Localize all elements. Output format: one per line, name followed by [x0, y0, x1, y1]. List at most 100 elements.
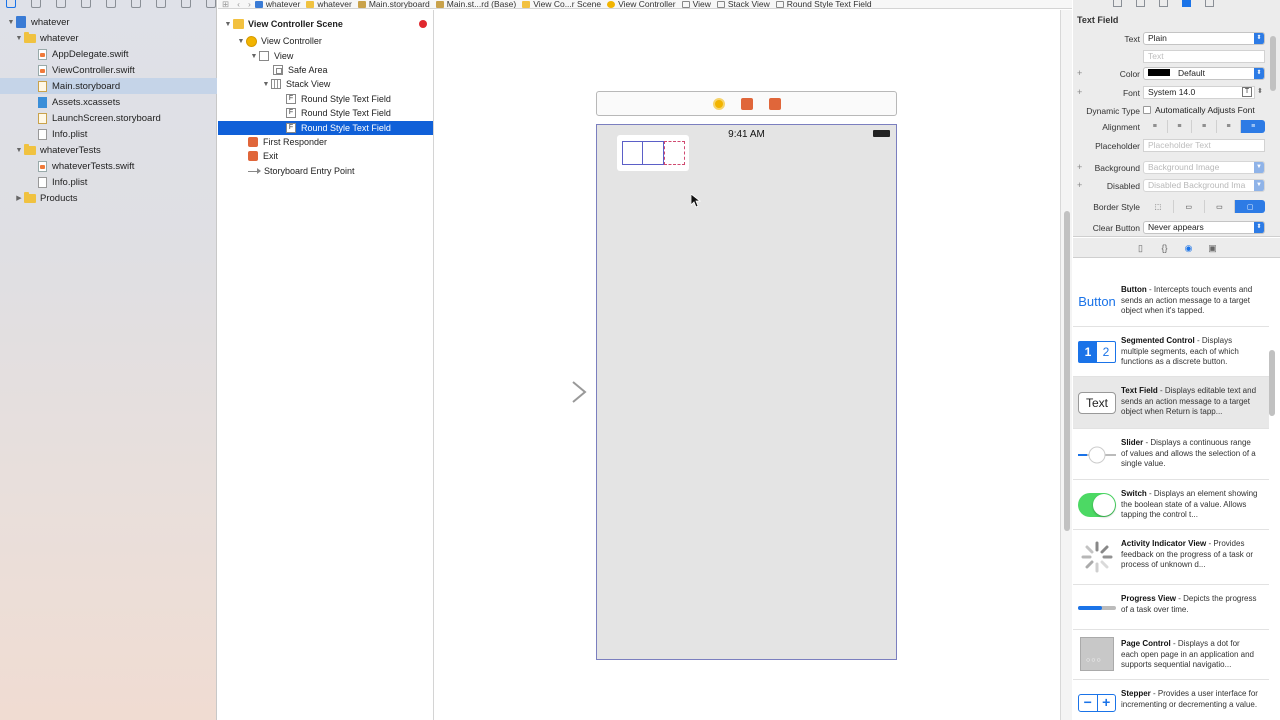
text-input[interactable]: Text	[1143, 50, 1265, 63]
breadcrumb-item[interactable]: Main.storyboard	[357, 0, 430, 8]
disclosure-icon[interactable]: ▼	[14, 35, 24, 42]
breadcrumb-item[interactable]: whatever	[306, 0, 352, 8]
nav-item-info-plist[interactable]: Info.plist	[0, 126, 217, 142]
view-controller-icon[interactable]	[712, 97, 725, 110]
plus-icon[interactable]: +	[1077, 162, 1082, 172]
nav-item-launchscreen[interactable]: LaunchScreen.storyboard	[0, 110, 217, 126]
back-icon[interactable]: ‹	[237, 0, 240, 8]
library-item-activity-indicator[interactable]: Activity Indicator View - Provides feedb…	[1073, 530, 1269, 585]
nav-item-assets[interactable]: Assets.xcassets	[0, 94, 217, 110]
nav-item-group-tests[interactable]: ▼ whateverTests	[0, 142, 217, 158]
library-scrollbar-thumb[interactable]	[1269, 350, 1275, 416]
breadcrumb-item[interactable]: View Controller	[607, 0, 676, 8]
attributes-inspector-icon[interactable]	[1182, 0, 1191, 7]
library-item-button[interactable]: Button Button - Intercepts touch events …	[1073, 276, 1269, 327]
text-field[interactable]	[622, 141, 643, 165]
canvas-scrollbar[interactable]	[1060, 10, 1072, 720]
stack-view[interactable]	[617, 135, 689, 171]
disclosure-icon[interactable]: ▼	[14, 147, 24, 154]
breadcrumb-item[interactable]: Main.st...rd (Base)	[435, 0, 516, 8]
breadcrumb-item[interactable]: Stack View	[716, 0, 770, 8]
breadcrumb-item[interactable]: whatever	[254, 0, 300, 8]
warning-icon[interactable]	[419, 20, 427, 28]
report-icon[interactable]	[206, 0, 216, 8]
inspector-scrollbar-thumb[interactable]	[1270, 36, 1276, 91]
identity-inspector-icon[interactable]	[1159, 0, 1168, 7]
breadcrumb-item[interactable]: View Co...r Scene	[522, 0, 601, 8]
alignment-segmented[interactable]: ≡ ≡ ≡ ≡ ≡	[1143, 120, 1265, 133]
clear-button-select[interactable]: Never appears ⬍	[1143, 221, 1265, 234]
outline-item-text-field-2[interactable]: F Round Style Text Field	[218, 106, 433, 120]
file-template-icon[interactable]: ▯	[1136, 243, 1146, 253]
disclosure-icon[interactable]: ▼	[261, 81, 271, 88]
outline-item-view-controller[interactable]: ▼ View Controller	[218, 34, 433, 48]
library-item-stepper[interactable]: − + Stepper - Provides a user interface …	[1073, 680, 1269, 720]
border-rounded-icon[interactable]: ▢	[1235, 200, 1265, 213]
outline-item-entry-point[interactable]: Storyboard Entry Point	[218, 164, 433, 178]
nav-item-project[interactable]: ▼ whatever	[0, 14, 217, 30]
nav-item-tests-plist[interactable]: Info.plist	[0, 174, 217, 190]
breakpoint-icon[interactable]	[181, 0, 191, 8]
nav-item-viewcontroller[interactable]: ViewController.swift	[0, 62, 217, 78]
source-control-icon[interactable]	[31, 0, 41, 8]
library-item-switch[interactable]: Switch - Displays an element showing the…	[1073, 480, 1269, 530]
library-item-slider[interactable]: Slider - Displays a continuous range of …	[1073, 429, 1269, 480]
disabled-image-select[interactable]: Disabled Background Ima ▼	[1143, 179, 1265, 192]
view-controller-canvas[interactable]: 9:41 AM	[596, 124, 897, 660]
border-style-segmented[interactable]: ⬚ ▭ ▭ ▢	[1143, 200, 1265, 213]
debug-icon[interactable]	[156, 0, 166, 8]
align-natural-icon[interactable]: ≡	[1241, 120, 1265, 133]
file-inspector-icon[interactable]	[1113, 0, 1122, 7]
breadcrumb-item[interactable]: Round Style Text Field	[775, 0, 872, 8]
folder-icon[interactable]	[6, 0, 16, 8]
exit-icon[interactable]	[768, 97, 781, 110]
background-image-select[interactable]: Background Image ▼	[1143, 161, 1265, 174]
outline-item-text-field-3[interactable]: F Round Style Text Field	[218, 121, 433, 135]
align-justify-icon[interactable]: ≡	[1217, 120, 1242, 133]
outline-item-text-field-1[interactable]: F Round Style Text Field	[218, 92, 433, 106]
align-center-icon[interactable]: ≡	[1168, 120, 1193, 133]
color-select[interactable]: Default ⬍	[1143, 67, 1265, 80]
nav-item-main-storyboard[interactable]: Main.storyboard	[0, 78, 217, 94]
border-line-icon[interactable]: ▭	[1174, 200, 1205, 213]
nav-item-group-products[interactable]: ▶ Products	[0, 190, 217, 206]
border-bezel-icon[interactable]: ▭	[1205, 200, 1236, 213]
code-snippet-icon[interactable]: {}	[1160, 243, 1170, 253]
plus-icon[interactable]: +	[1077, 87, 1082, 97]
forward-icon[interactable]: ›	[248, 0, 251, 8]
breadcrumb-item[interactable]: View	[681, 0, 711, 8]
plus-icon[interactable]: +	[1077, 180, 1082, 190]
first-responder-icon[interactable]	[740, 97, 753, 110]
library-item-progress-view[interactable]: Progress View - Depicts the progress of …	[1073, 585, 1269, 630]
scrollbar-thumb[interactable]	[1064, 211, 1070, 531]
border-none-icon[interactable]: ⬚	[1143, 200, 1174, 213]
disclosure-icon[interactable]: ▼	[6, 19, 16, 26]
font-picker-icon[interactable]: T	[1242, 87, 1252, 97]
quick-help-icon[interactable]	[1136, 0, 1145, 7]
disclosure-icon[interactable]: ▼	[236, 38, 246, 45]
text-type-select[interactable]: Plain ⬍	[1143, 32, 1265, 45]
size-inspector-icon[interactable]	[1205, 0, 1214, 7]
adjusts-font-checkbox[interactable]: Automatically Adjusts Font	[1143, 105, 1255, 115]
stepper-icon[interactable]: ⬍	[1257, 87, 1263, 95]
library-item-text-field[interactable]: Text Text Field - Displays editable text…	[1073, 377, 1269, 429]
align-right-icon[interactable]: ≡	[1192, 120, 1217, 133]
storyboard-canvas[interactable]: 9:41 AM	[434, 10, 1060, 720]
issue-icon[interactable]	[106, 0, 116, 8]
disclosure-icon[interactable]: ▶	[14, 194, 24, 202]
disclosure-icon[interactable]: ▼	[249, 53, 259, 60]
text-field-selected[interactable]	[664, 141, 685, 165]
plus-icon[interactable]: +	[1077, 68, 1082, 78]
placeholder-input[interactable]: Placeholder Text	[1143, 139, 1265, 152]
outline-item-first-responder[interactable]: First Responder	[218, 135, 433, 149]
library-item-segmented-control[interactable]: 1 2 Segmented Control - Displays multipl…	[1073, 327, 1269, 377]
related-items-icon[interactable]: ⊞	[222, 0, 229, 8]
library-item-page-control[interactable]: ○○○ Page Control - Displays a dot for ea…	[1073, 630, 1269, 680]
object-library-icon[interactable]: ◉	[1184, 243, 1194, 253]
media-library-icon[interactable]: ▣	[1208, 243, 1218, 253]
find-icon[interactable]	[81, 0, 91, 8]
text-field[interactable]	[643, 141, 664, 165]
test-icon[interactable]	[131, 0, 141, 8]
entry-point-arrow-icon[interactable]	[518, 381, 588, 403]
nav-item-appdelegate[interactable]: AppDelegate.swift	[0, 46, 217, 62]
